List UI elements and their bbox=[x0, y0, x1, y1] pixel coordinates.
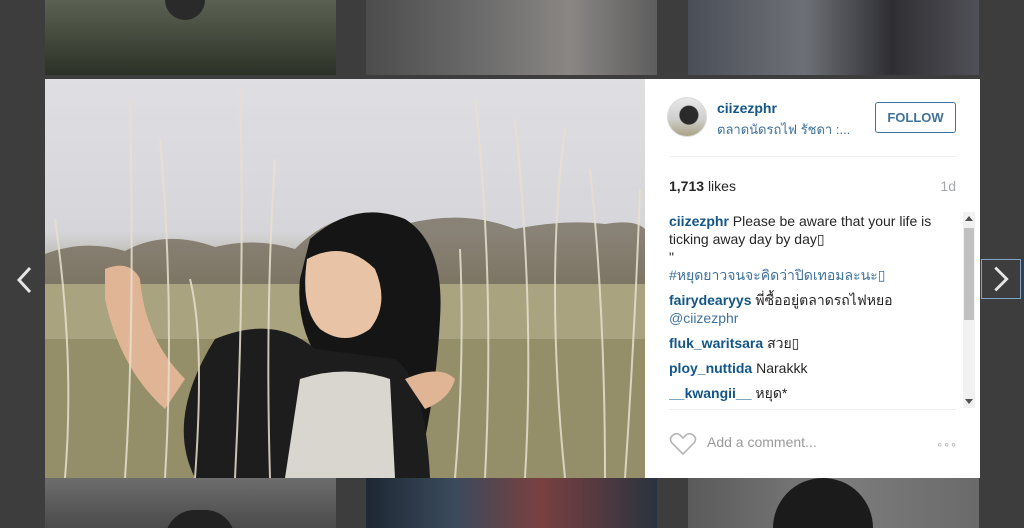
grid-thumbnail[interactable] bbox=[366, 478, 657, 528]
list-item: __kwangii__ หยุด* bbox=[669, 384, 961, 402]
caption: ciizezphr Please be aware that your life… bbox=[669, 212, 961, 284]
list-item: ploy_nuttida Narakkk bbox=[669, 359, 961, 377]
likes-count[interactable]: 1,713 likes bbox=[669, 178, 736, 194]
comment-username[interactable]: fairydearyys bbox=[669, 292, 752, 308]
likes-number: 1,713 bbox=[669, 178, 705, 194]
comment-text: Narakkk bbox=[756, 360, 808, 376]
comment-mention[interactable]: @ciizezphr bbox=[669, 309, 961, 327]
post-photo[interactable] bbox=[45, 79, 645, 478]
divider bbox=[669, 409, 956, 410]
add-comment-input[interactable]: Add a comment... bbox=[707, 434, 817, 450]
comment-text: พี่ซื้ออยู่ตลาดรถไฟหยอ bbox=[755, 292, 893, 308]
comment-text: หยุด* bbox=[755, 385, 788, 401]
scroll-down-arrow-icon[interactable] bbox=[965, 399, 973, 404]
heart-icon[interactable] bbox=[669, 432, 697, 456]
post-username-link[interactable]: ciizezphr bbox=[717, 100, 777, 116]
likes-label: likes bbox=[707, 178, 736, 194]
more-options-button[interactable]: ◦◦◦ bbox=[937, 436, 958, 452]
photo-illustration bbox=[45, 88, 645, 478]
post-detail-panel: ciizezphr ตลาดนัดรถไฟ รัชดา :... FOLLOW … bbox=[645, 79, 980, 478]
avatar[interactable] bbox=[667, 97, 707, 137]
scrollbar-thumb[interactable] bbox=[964, 228, 974, 320]
grid-thumbnail[interactable] bbox=[45, 0, 336, 75]
caption-quote: " bbox=[669, 249, 674, 265]
comment-text: สวย▯ bbox=[767, 335, 800, 351]
comments-scrollbar[interactable] bbox=[963, 212, 975, 408]
grid-thumbnail[interactable] bbox=[366, 0, 657, 75]
chevron-right-icon[interactable] bbox=[981, 259, 1021, 299]
scroll-up-arrow-icon[interactable] bbox=[965, 216, 973, 221]
post-timestamp[interactable]: 1d bbox=[940, 178, 956, 194]
divider bbox=[669, 156, 956, 157]
comment-username[interactable]: __kwangii__ bbox=[669, 385, 752, 401]
follow-button[interactable]: FOLLOW bbox=[875, 102, 956, 133]
grid-thumbnail[interactable] bbox=[45, 478, 336, 528]
grid-thumbnail[interactable] bbox=[688, 0, 979, 75]
comment-username[interactable]: ploy_nuttida bbox=[669, 360, 752, 376]
post-location-link[interactable]: ตลาดนัดรถไฟ รัชดา :... bbox=[717, 119, 857, 140]
caption-hashtag[interactable]: #หยุดยาวจนจะคิดว่าปิดเทอมละนะ▯ bbox=[669, 266, 961, 284]
comment-username[interactable]: fluk_waritsara bbox=[669, 335, 763, 351]
chevron-left-icon[interactable] bbox=[10, 262, 40, 298]
caption-username[interactable]: ciizezphr bbox=[669, 213, 729, 229]
comments-list[interactable]: ciizezphr Please be aware that your life… bbox=[669, 212, 961, 407]
grid-thumbnail[interactable] bbox=[688, 478, 979, 528]
list-item: fairydearyys พี่ซื้ออยู่ตลาดรถไฟหยอ @cii… bbox=[669, 291, 961, 327]
list-item: fluk_waritsara สวย▯ bbox=[669, 334, 961, 352]
